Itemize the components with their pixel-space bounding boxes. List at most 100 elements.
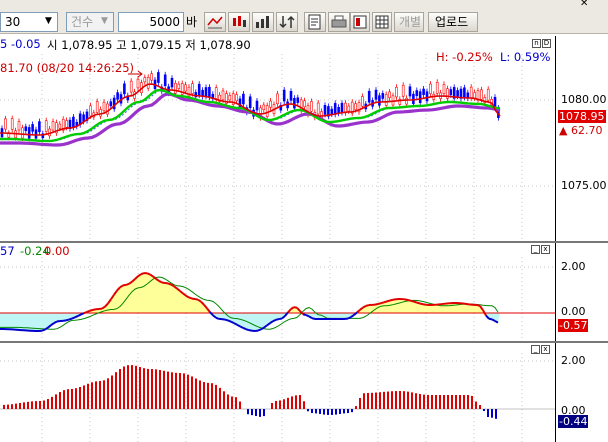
histogram-bar (491, 409, 493, 418)
candle-body (296, 97, 300, 103)
histogram-bar (215, 384, 217, 409)
ohlc-text: 시 1,078.95 고 1,079.15 저 1,078.90 (47, 38, 251, 52)
candle-body (174, 82, 177, 94)
candle-body (405, 97, 408, 105)
close-icon[interactable]: x (541, 245, 550, 254)
histogram-bar (455, 395, 457, 409)
count-input[interactable]: 5000 (118, 12, 184, 32)
current-price-badge: 1078.95 (558, 110, 606, 123)
sort-button[interactable] (276, 12, 298, 32)
document-icon (308, 14, 321, 30)
oscillator-axis-label: 0.00 (561, 305, 586, 318)
histogram-bar (91, 382, 93, 409)
histogram-bar (315, 409, 317, 414)
candle-body (384, 94, 388, 106)
histogram-bar (299, 395, 301, 409)
candle-body (208, 86, 211, 98)
grid-icon (375, 15, 389, 29)
histogram-bar (291, 396, 293, 409)
histogram-bar (363, 393, 365, 409)
count-select[interactable]: 건수 ▼ (66, 12, 114, 32)
panel-button[interactable] (350, 12, 370, 32)
histogram-axis-label: 2.00 (561, 354, 586, 367)
histogram-bar (311, 409, 313, 414)
candle-body (24, 126, 28, 131)
histogram-bar (475, 401, 477, 409)
panel-menu-icon[interactable]: D (542, 39, 551, 48)
histogram-bar (211, 383, 213, 409)
histogram-bar (399, 391, 401, 409)
candle-body (265, 105, 269, 117)
histogram-bar (151, 369, 153, 409)
candle-body (4, 118, 7, 130)
candle-body (255, 100, 259, 111)
oscillator-line (239, 325, 244, 329)
candle-body (333, 103, 337, 115)
histogram-bar (83, 385, 85, 409)
minimize-icon[interactable]: _ (531, 345, 540, 354)
oscillator-line (80, 312, 85, 316)
marker-text: 81.70 (08/20 14:26:25) (0, 61, 134, 75)
oscillator-line (347, 316, 352, 320)
histogram-bar (295, 395, 297, 409)
candle-body (374, 89, 378, 100)
candle-body (310, 101, 313, 112)
candle-body (449, 89, 453, 96)
candle-body (95, 101, 99, 113)
price-chart-panel[interactable]: 5 -0.05 시 1,078.95 고 1,079.15 저 1,078.90… (0, 36, 555, 241)
upload-button[interactable]: 업로드 (428, 12, 478, 32)
close-icon: ✕ (580, 0, 589, 9)
oscillator-line (419, 302, 424, 306)
panel-menu-icon[interactable]: n (532, 39, 541, 48)
oscillator-panel[interactable]: 57 -0.24 0.00 _ x (0, 243, 555, 341)
oscillator-canvas[interactable] (0, 243, 555, 341)
candle-body (170, 77, 174, 88)
candle-body (146, 76, 150, 89)
document-button[interactable] (304, 12, 326, 32)
candle-body (248, 96, 252, 109)
period-select[interactable]: 30 ▼ (0, 12, 58, 32)
oscillator-line (92, 308, 97, 311)
histogram-bar (235, 397, 237, 409)
oscillator-line (491, 318, 496, 322)
candle-body (323, 105, 327, 115)
close-button[interactable]: ✕ (576, 0, 606, 10)
histogram-bar (43, 400, 45, 409)
histogram-bar (283, 399, 285, 409)
individual-button-label: 개별 (399, 15, 422, 29)
print-icon (331, 15, 347, 28)
candle-body (340, 102, 344, 113)
candle-body (422, 88, 425, 96)
close-icon[interactable]: x (541, 345, 550, 354)
grid-button[interactable] (372, 12, 392, 32)
candle-chart-button[interactable] (228, 12, 250, 32)
oscillator-line (215, 316, 220, 320)
histogram-canvas[interactable] (0, 343, 555, 442)
candle-body (276, 93, 279, 105)
print-button[interactable] (328, 12, 350, 32)
oscillator-line (422, 303, 427, 306)
histogram-bar (7, 404, 9, 409)
individual-button[interactable]: 개별 (394, 12, 424, 32)
candle-body (102, 101, 106, 112)
oscillator-line (74, 315, 79, 319)
histogram-bar (391, 391, 393, 409)
line-chart-button[interactable] (204, 12, 226, 32)
oscillator-label: 57 (0, 244, 15, 258)
candle-body (493, 96, 497, 108)
bar-chart-button[interactable] (252, 12, 274, 32)
candle-body (289, 91, 293, 101)
histogram-bar (175, 372, 177, 409)
histogram-bar (415, 393, 417, 409)
candle-body (242, 93, 245, 105)
histogram-panel[interactable]: _ x (0, 343, 555, 442)
candle-chart-icon (233, 16, 246, 27)
candle-body (197, 83, 201, 96)
oscillator-line (410, 299, 415, 303)
minimize-icon[interactable]: _ (531, 245, 540, 254)
histogram-bar (139, 367, 141, 409)
candle-body (473, 92, 476, 99)
histogram-bar (251, 409, 253, 416)
histogram-bar (107, 378, 109, 409)
histogram-bar (419, 394, 421, 409)
